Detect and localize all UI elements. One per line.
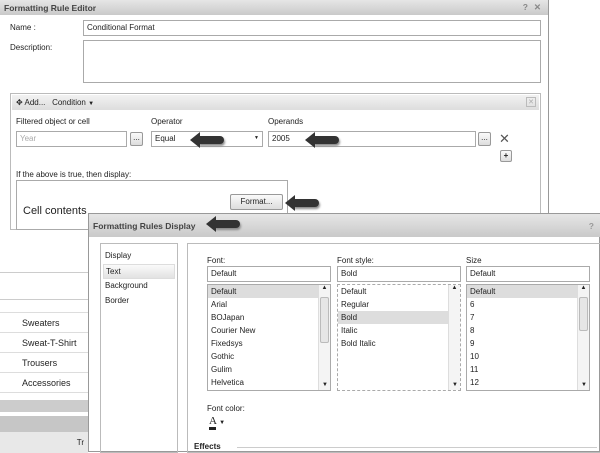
list-item[interactable]: 6	[467, 298, 589, 311]
effects-label: Effects	[194, 442, 221, 451]
list-item[interactable]: Bold Italic	[338, 337, 460, 350]
font-style-list[interactable]: Default Regular Bold Italic Bold Italic ▲ ▼	[337, 284, 461, 391]
condition-dropdown[interactable]: Condition	[52, 98, 86, 107]
close-icon[interactable]: ✕	[534, 2, 541, 13]
list-item[interactable]: 8	[467, 324, 589, 337]
list-item[interactable]: 12	[467, 376, 589, 389]
filtered-browse-button[interactable]: ...	[130, 132, 143, 146]
dialog-title-text: Formatting Rules Display	[93, 221, 196, 231]
gray-bar	[0, 416, 88, 432]
operands-browse-button[interactable]: ...	[478, 132, 491, 146]
arrow-annotation	[206, 216, 240, 232]
arrow-annotation	[285, 195, 319, 211]
font-color-picker[interactable]: A ▼	[209, 415, 225, 430]
remove-condition-icon[interactable]: ✕	[526, 97, 536, 107]
scrollbar[interactable]: ▲ ▼	[318, 285, 330, 390]
list-item[interactable]: Arial	[208, 298, 330, 311]
help-icon[interactable]: ?	[589, 221, 594, 231]
nav-item-display[interactable]: Display	[103, 249, 175, 264]
name-input[interactable]: Conditional Format	[83, 20, 541, 36]
condition-toolbar: ✥ Add... Condition ▼ ✕	[12, 95, 539, 110]
chevron-down-icon[interactable]: ▼	[88, 101, 94, 107]
footer-text: Tr	[76, 438, 84, 447]
operator-value: Equal	[155, 134, 176, 143]
display-condition-label: If the above is true, then display:	[16, 170, 132, 179]
chevron-down-icon[interactable]: ▼	[254, 135, 259, 141]
list-item[interactable]: Courier New	[208, 324, 330, 337]
operands-label: Operands	[268, 117, 304, 126]
list-item[interactable]: Default	[467, 285, 589, 298]
list-item[interactable]: Fixedsys	[208, 337, 330, 350]
description-input[interactable]	[83, 40, 541, 83]
operator-label: Operator	[151, 117, 183, 126]
filtered-placeholder: Year	[20, 134, 37, 143]
scrollbar[interactable]: ▲ ▼	[448, 285, 460, 390]
font-color-icon: A	[209, 415, 217, 430]
list-item[interactable]: Helvetica	[208, 376, 330, 389]
nav-item-background[interactable]: Background	[103, 279, 175, 294]
description-label: Description:	[10, 43, 53, 52]
add-operand-button[interactable]: +	[500, 150, 512, 162]
size-list[interactable]: Default 6 7 8 9 10 11 12 ▲ ▼	[466, 284, 590, 391]
editor-title-text: Formatting Rule Editor	[4, 3, 97, 13]
list-item[interactable]: Default	[208, 285, 330, 298]
divider	[0, 272, 88, 273]
format-button[interactable]: Format...	[230, 194, 283, 210]
table-row: Sweat-T-Shirt	[0, 333, 88, 353]
size-label: Size	[466, 256, 482, 265]
table-row: Accessories	[0, 373, 88, 393]
font-style-label: Font style:	[337, 256, 374, 265]
font-style-input[interactable]: Bold	[337, 266, 461, 282]
delete-operand-icon[interactable]: ✕	[499, 131, 510, 147]
nav-item-border[interactable]: Border	[103, 294, 175, 309]
list-item[interactable]: Gulim	[208, 363, 330, 376]
font-input[interactable]: Default	[207, 266, 331, 282]
list-item[interactable]: Impact	[208, 389, 330, 390]
chevron-down-icon[interactable]: ▼	[219, 420, 225, 426]
arrow-annotation	[305, 132, 339, 148]
size-input[interactable]: Default	[466, 266, 590, 282]
list-item[interactable]: Italic	[338, 324, 460, 337]
filtered-input[interactable]: Year	[16, 131, 127, 147]
font-color-label: Font color:	[207, 404, 245, 413]
list-item[interactable]: 7	[467, 311, 589, 324]
gray-bar	[0, 400, 88, 412]
add-button[interactable]: Add...	[24, 98, 45, 107]
arrow-annotation	[190, 132, 224, 148]
footer-cell: Tr	[0, 432, 88, 453]
formatting-rules-display-dialog: Formatting Rules Display ? Display Text …	[88, 213, 600, 453]
divider	[237, 447, 597, 448]
list-item[interactable]: 11	[467, 363, 589, 376]
nav-list: Display Text Background Border	[100, 243, 178, 453]
list-item[interactable]: 10	[467, 350, 589, 363]
operands-input[interactable]: 2005	[268, 131, 476, 147]
list-item[interactable]: Bold	[338, 311, 460, 324]
list-item[interactable]: 9	[467, 337, 589, 350]
background-table: Sweaters Sweat-T-Shirt Trousers Accessor…	[0, 312, 88, 453]
help-icon[interactable]: ?	[523, 2, 528, 12]
list-item[interactable]: Gothic	[208, 350, 330, 363]
font-label: Font:	[207, 256, 226, 265]
editor-title: Formatting Rule Editor ? ✕	[0, 0, 548, 15]
font-list[interactable]: Default Arial BOJapan Courier New Fixedsys Go…	[207, 284, 331, 391]
list-item[interactable]: Default	[338, 285, 460, 298]
add-icon[interactable]: ✥	[16, 98, 23, 107]
scrollbar[interactable]: ▲ ▼	[577, 285, 589, 390]
dialog-title: Formatting Rules Display ?	[89, 214, 600, 237]
table-row: Sweaters	[0, 313, 88, 333]
list-item[interactable]: Regular	[338, 298, 460, 311]
table-row: Trousers	[0, 353, 88, 373]
filtered-label: Filtered object or cell	[16, 117, 90, 126]
list-item[interactable]: BOJapan	[208, 311, 330, 324]
nav-item-text[interactable]: Text	[103, 264, 175, 279]
cell-contents-text: Cell contents	[23, 205, 87, 217]
name-label: Name :	[10, 23, 36, 32]
